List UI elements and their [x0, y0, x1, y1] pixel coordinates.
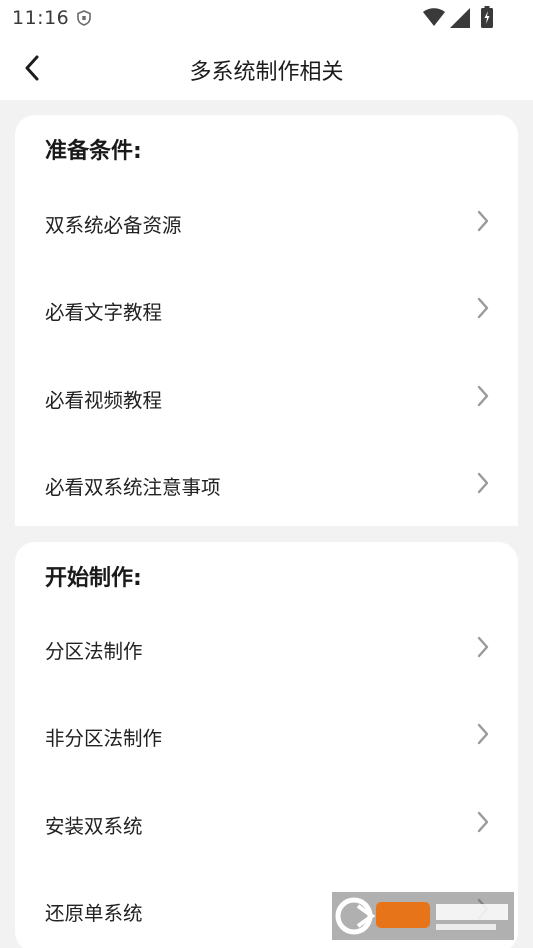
- section-card-preparation: 准备条件: 双系统必备资源 必看文字教程 必看视频教程 必看双系统注意事项: [15, 115, 518, 526]
- list-item[interactable]: 必看文字教程: [15, 278, 518, 338]
- watermark-logo: [332, 892, 514, 940]
- chevron-right-icon: [477, 636, 489, 658]
- list-item[interactable]: 非分区法制作: [15, 704, 518, 764]
- list-item[interactable]: 必看双系统注意事项: [15, 453, 518, 513]
- status-time: 11:16: [12, 7, 70, 29]
- status-bar: 11:16: [0, 0, 533, 36]
- list-item-label: 必看双系统注意事项: [45, 476, 221, 499]
- chevron-right-icon: [477, 723, 489, 745]
- battery-icon: [481, 6, 493, 28]
- shield-icon: [77, 10, 91, 26]
- list-item[interactable]: 双系统必备资源: [15, 191, 518, 251]
- chevron-right-icon: [477, 472, 489, 494]
- list-item-label: 必看视频教程: [45, 389, 163, 412]
- chevron-right-icon: [477, 297, 489, 319]
- section-title: 准备条件:: [45, 139, 142, 164]
- list-item[interactable]: 必看视频教程: [15, 366, 518, 426]
- chevron-right-icon: [477, 811, 489, 833]
- list-item-label: 非分区法制作: [45, 727, 163, 750]
- list-item-label: 分区法制作: [45, 640, 143, 663]
- list-item-label: 双系统必备资源: [45, 214, 182, 237]
- signal-icon: [450, 8, 470, 28]
- wifi-icon: [423, 8, 445, 26]
- section-title: 开始制作:: [45, 566, 142, 591]
- list-item-label: 还原单系统: [45, 902, 143, 925]
- list-item-label: 必看文字教程: [45, 301, 163, 324]
- list-item[interactable]: 安装双系统: [15, 792, 518, 852]
- app-bar: 多系统制作相关: [0, 36, 533, 100]
- section-card-production: 开始制作: 分区法制作 非分区法制作 安装双系统 还原单系统: [15, 542, 518, 948]
- list-item[interactable]: 分区法制作: [15, 617, 518, 677]
- chevron-right-icon: [477, 210, 489, 232]
- chevron-right-icon: [477, 385, 489, 407]
- page-title: 多系统制作相关: [189, 60, 344, 85]
- list-item-label: 安装双系统: [45, 815, 143, 838]
